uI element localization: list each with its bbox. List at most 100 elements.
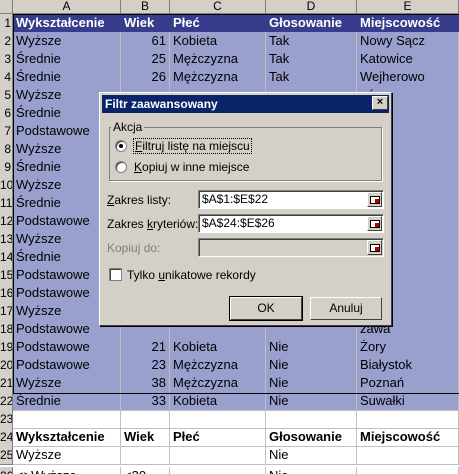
column-header-b[interactable]: B [121,0,170,14]
column-header-a[interactable]: A [13,0,121,14]
cell-c[interactable]: Mężczyzna [170,374,266,393]
cell-b[interactable]: 21 [121,338,170,357]
row-header[interactable]: 10 [0,176,13,195]
row-header[interactable]: 16 [0,284,13,303]
radio-copy-elsewhere-label[interactable]: Kopiuj w inne miejsce [134,160,249,174]
row-header[interactable]: 15 [0,266,13,285]
row-header[interactable]: 3 [0,50,13,69]
cell-d[interactable]: Głosowanie [266,428,357,447]
cell-c[interactable]: Mężczyzna [170,356,266,375]
row-header[interactable]: 14 [0,248,13,267]
range-picker-icon[interactable] [367,216,382,231]
row-header[interactable]: 21 [0,374,13,393]
unique-records-label[interactable]: Tylko unikatowe rekordy [127,268,256,282]
cell-d[interactable]: Nie [266,338,357,357]
range-picker-icon[interactable] [367,192,382,207]
row-header[interactable]: 8 [0,140,13,159]
cell-b[interactable]: <30 [121,467,170,474]
cell-a[interactable]: <>Wyższe [13,467,121,474]
row-header[interactable]: 1 [0,14,13,33]
cell-e[interactable]: Białystok [357,356,459,375]
cell-c[interactable] [170,467,266,474]
row-header[interactable]: 22 [0,392,13,411]
cell-b[interactable]: 25 [121,50,170,69]
cell-e[interactable]: Wejherowo [357,68,459,87]
cell-d[interactable]: Nie [266,446,357,465]
criteria-range-input[interactable]: $A$24:$E$26 [198,214,384,233]
column-header-e[interactable]: E [357,0,459,14]
cell-e[interactable]: Żory [357,338,459,357]
list-range-input[interactable]: $A$1:$E$22 [198,190,384,209]
row-header[interactable]: 5 [0,86,13,105]
cell-d[interactable]: Nie [266,392,357,411]
cell-a[interactable] [13,410,121,429]
radio-filter-in-place[interactable] [115,140,127,152]
cell-d[interactable]: Tak [266,68,357,87]
cell-a[interactable]: Wyższe [13,32,121,51]
cell-a[interactable]: Średnie [13,68,121,87]
cell-c[interactable]: Płeć [170,428,266,447]
row-header[interactable]: 23 [0,410,13,429]
cell-e[interactable]: Miejscowość [357,428,459,447]
ok-button[interactable]: OK [229,296,303,321]
cell-e[interactable]: Katowice [357,50,459,69]
cell-b[interactable]: 23 [121,356,170,375]
row-header[interactable]: 4 [0,68,13,87]
row-header[interactable]: 18 [0,320,13,339]
cell-b[interactable]: 26 [121,68,170,87]
row-header[interactable]: 11 [0,194,13,213]
column-header-d[interactable]: D [266,0,357,14]
cell-d[interactable]: Głosowanie [266,14,357,33]
row-header[interactable]: 12 [0,212,13,231]
cell-a[interactable]: Wykształcenie [13,14,121,33]
cell-a[interactable]: Wyższe [13,374,121,393]
cell-b[interactable]: 61 [121,32,170,51]
cell-e[interactable]: Nowy Sącz [357,32,459,51]
cell-c[interactable] [170,446,266,465]
row-header[interactable]: 25 [0,446,13,465]
row-header[interactable]: 19 [0,338,13,357]
cell-c[interactable]: Mężczyzna [170,50,266,69]
cell-d[interactable]: Tak [266,50,357,69]
radio-filter-in-place-label[interactable]: Filtruj listę na miejscu [133,138,252,154]
cell-b[interactable]: 38 [121,374,170,393]
row-header[interactable]: 20 [0,356,13,375]
row-header[interactable]: 17 [0,302,13,321]
cell-c[interactable]: Kobieta [170,392,266,411]
cell-a[interactable]: Wyższe [13,446,121,465]
cell-e[interactable] [357,410,459,429]
row-header[interactable]: 7 [0,122,13,141]
row-header[interactable]: 26 [0,467,13,474]
cell-a[interactable]: Średnie [13,392,121,411]
close-icon[interactable]: × [372,96,388,110]
cell-c[interactable]: Kobieta [170,32,266,51]
cell-d[interactable] [266,410,357,429]
cell-b[interactable]: Wiek [121,14,170,33]
cell-c[interactable]: Mężczyzna [170,68,266,87]
cell-e[interactable]: Miejscowość [357,14,459,33]
cell-a[interactable]: Podstawowe [13,356,121,375]
cell-b[interactable]: 33 [121,392,170,411]
cell-d[interactable]: Nie [266,467,357,474]
cell-c[interactable]: Kobieta [170,338,266,357]
cell-b[interactable] [121,446,170,465]
cell-b[interactable]: Wiek [121,428,170,447]
cell-e[interactable] [357,446,459,465]
cell-d[interactable]: Tak [266,32,357,51]
row-header[interactable]: 13 [0,230,13,249]
cell-a[interactable]: Podstawowe [13,338,121,357]
cell-e[interactable] [357,467,459,474]
cell-a[interactable]: Średnie [13,50,121,69]
cell-e[interactable]: Suwałki [357,392,459,411]
select-all-corner[interactable] [0,0,13,14]
cancel-button[interactable]: Anuluj [310,297,382,320]
row-header[interactable]: 6 [0,104,13,123]
cell-b[interactable] [121,410,170,429]
radio-copy-elsewhere[interactable] [115,161,127,173]
cell-d[interactable]: Nie [266,356,357,375]
cell-e[interactable]: Poznań [357,374,459,393]
cell-c[interactable] [170,410,266,429]
cell-d[interactable]: Nie [266,374,357,393]
cell-a[interactable]: Wykształcenie [13,428,121,447]
row-header[interactable]: 24 [0,428,13,447]
